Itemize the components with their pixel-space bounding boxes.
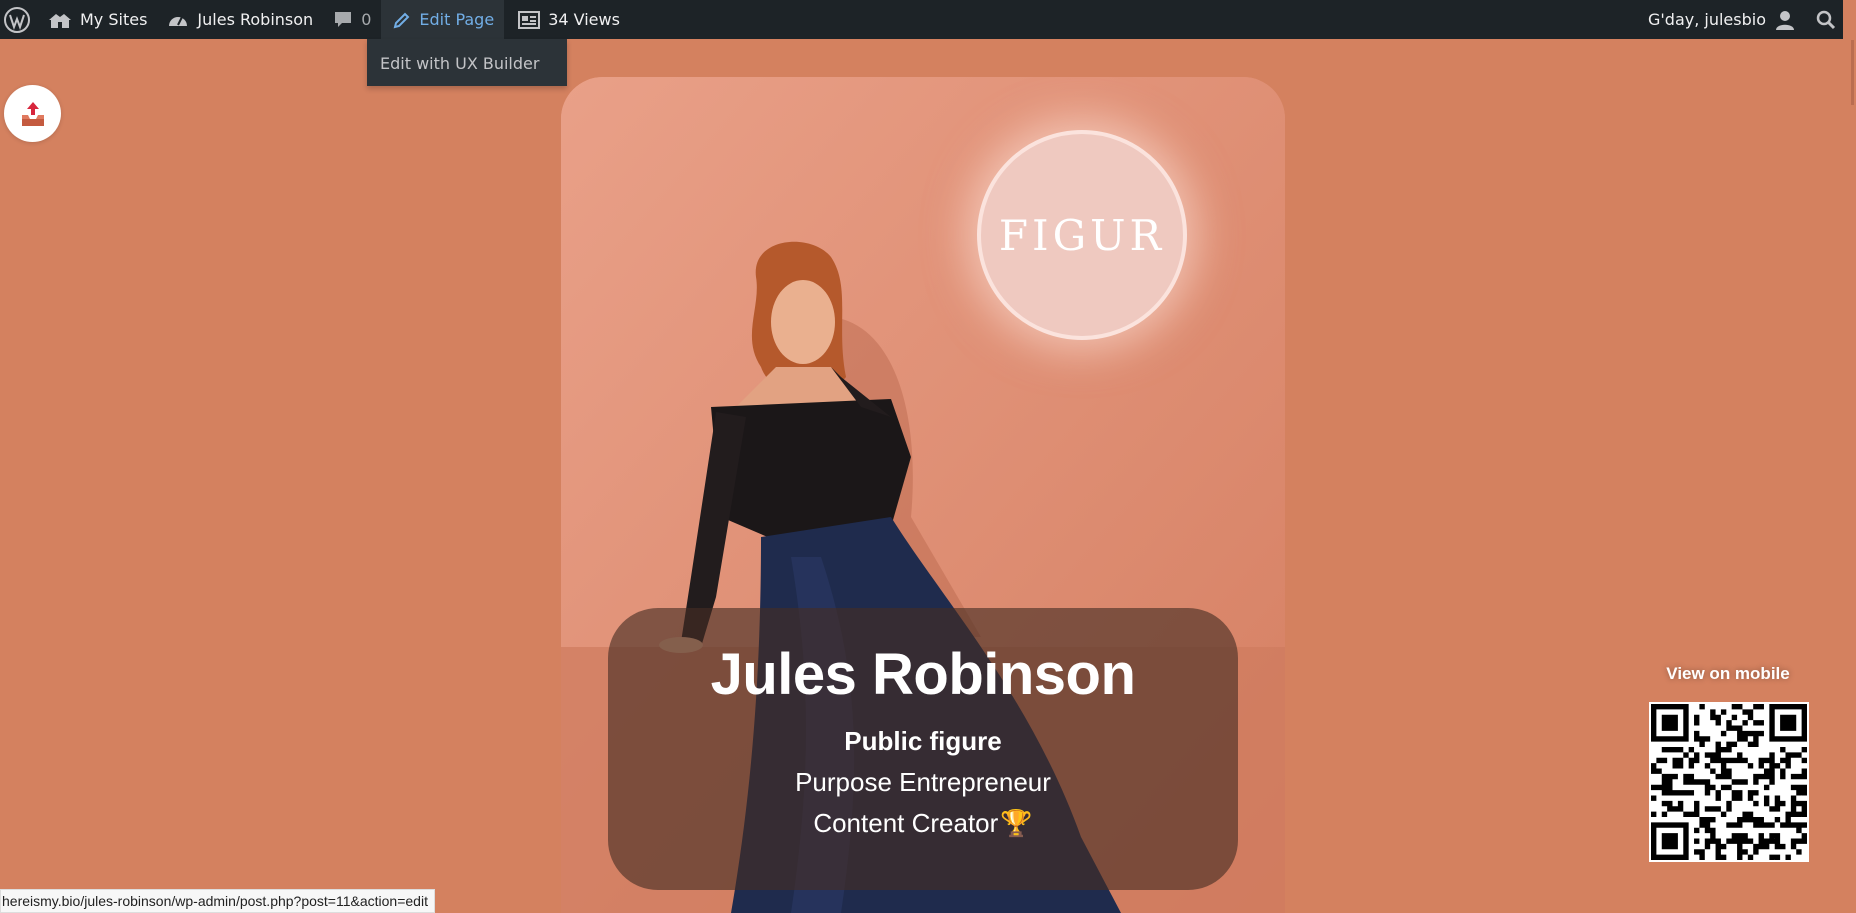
my-sites-icon <box>49 13 71 28</box>
site-name-menu[interactable]: Jules Robinson <box>157 0 323 39</box>
my-sites-menu[interactable]: My Sites <box>38 0 157 39</box>
share-button[interactable] <box>4 85 61 142</box>
wordpress-icon <box>4 6 30 33</box>
greeting-label: G'day, julesbio <box>1648 10 1766 29</box>
edit-page-dropdown: Edit with UX Builder <box>367 39 567 86</box>
views-label: 34 Views <box>548 10 620 29</box>
comments-link[interactable]: 0 <box>323 0 381 39</box>
status-bar-url: hereismy.bio/jules-robinson/wp-admin/pos… <box>0 889 435 913</box>
qr-code <box>1649 702 1809 862</box>
stats-icon <box>518 10 541 29</box>
comment-icon <box>335 11 352 27</box>
my-sites-label: My Sites <box>80 10 148 29</box>
edit-with-ux-builder-link[interactable]: Edit with UX Builder <box>380 54 539 73</box>
wordpress-logo-button[interactable] <box>0 0 38 39</box>
profile-role-tertiary-text: Content Creator <box>813 808 999 838</box>
search-icon <box>1816 10 1836 29</box>
pencil-icon <box>394 12 410 28</box>
view-on-mobile-label: View on mobile <box>1666 664 1790 683</box>
profile-role-primary: Public figure <box>844 726 1002 756</box>
admin-bar: My Sites Jules Robinson 0 Edit Page 34 V… <box>0 0 1856 39</box>
views-link[interactable]: 34 Views <box>504 0 630 39</box>
profile-role-secondary: Purpose Entrepreneur <box>795 767 1051 797</box>
profile-info-panel: Jules Robinson Public figure Purpose Ent… <box>608 608 1238 890</box>
profile-name: Jules Robinson <box>710 642 1136 707</box>
site-name-label: Jules Robinson <box>197 10 314 29</box>
upload-tray-icon <box>21 101 44 126</box>
trophy-icon: 🏆 <box>1000 808 1033 838</box>
brand-logo-text: FIGUR <box>998 210 1166 260</box>
scrollbar-thumb[interactable] <box>1851 40 1854 105</box>
profile-role-tertiary: Content Creator🏆 <box>608 808 1238 839</box>
scrollbar-track[interactable] <box>1843 0 1856 913</box>
brand-logo: FIGUR <box>977 130 1187 340</box>
account-menu[interactable]: G'day, julesbio <box>1638 0 1806 39</box>
user-avatar-icon <box>1776 10 1794 30</box>
edit-page-link[interactable]: Edit Page <box>381 0 505 39</box>
dashboard-icon <box>169 16 188 26</box>
qr-code-image <box>1651 704 1807 860</box>
profile-card: FIGUR Jules Robinson Public figure Purpo… <box>561 77 1285 913</box>
edit-page-label: Edit Page <box>419 10 495 29</box>
comments-count: 0 <box>361 10 372 29</box>
